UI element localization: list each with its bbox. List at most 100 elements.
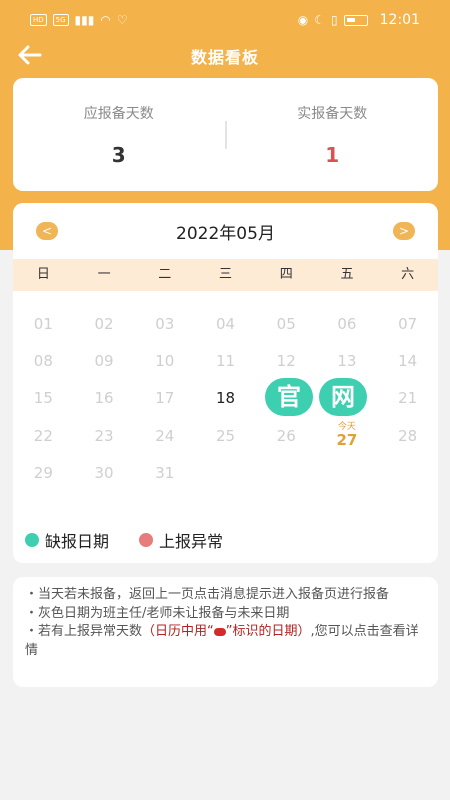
note-red-text-a: （日历中用“: [142, 624, 214, 639]
calendar-day[interactable]: 31: [134, 454, 195, 491]
calendar-day[interactable]: 24: [134, 417, 195, 454]
battery-icon: [343, 14, 368, 26]
today-label: 今天: [337, 421, 356, 432]
calendar-day[interactable]: 10: [134, 342, 195, 379]
calendar-day[interactable]: 28: [377, 417, 438, 454]
calendar-day[interactable]: 15: [13, 380, 74, 417]
calendar-day-number: 23: [94, 426, 114, 445]
clock-time: 12:01: [379, 12, 420, 28]
calendar-day[interactable]: 19: [256, 380, 317, 417]
summary-card: 应报备天数 3 实报备天数 1: [13, 78, 438, 191]
calendar-day-number: 31: [155, 463, 175, 482]
calendar-day[interactable]: 08: [13, 342, 74, 379]
legend-missing-label: 缺报日期: [45, 532, 110, 551]
calendar-day-number: 19: [276, 389, 296, 408]
calendar-day[interactable]: 03: [134, 305, 195, 342]
calendar-day[interactable]: 今天 27: [317, 417, 378, 454]
calendar-day[interactable]: 12: [256, 342, 317, 379]
legend-abnormal: 上报异常: [139, 528, 223, 552]
calendar-day-number: 03: [155, 314, 175, 333]
calendar-day[interactable]: 09: [74, 342, 135, 379]
back-button[interactable]: [16, 42, 46, 70]
calendar-day[interactable]: 01: [13, 305, 74, 342]
calendar-days-grid: 01 02 03 04 05 06 07 08 09 10 11 12 13 14 15 16 17 18 19 20…: [13, 291, 438, 491]
calendar-day-number: 26: [276, 426, 296, 445]
calendar-month-label: 2022年05月: [176, 223, 275, 244]
note-line-2: ・灰色日期为班主任/老师未让报备与未来日期: [25, 605, 290, 621]
calendar-day[interactable]: 07: [377, 305, 438, 342]
calendar-day-number: 30: [94, 463, 114, 482]
legend-missing: 缺报日期: [25, 528, 109, 552]
weekday-wed: 三: [219, 267, 233, 282]
calendar-day-number: 12: [276, 351, 296, 370]
calendar-day-number: 27: [336, 430, 358, 449]
red-dot-icon: [213, 627, 226, 636]
page-title: 数据看板: [190, 48, 259, 67]
abnormal-dot-icon: [139, 533, 154, 547]
calendar-day-number: 11: [215, 351, 236, 370]
weekday-tue: 二: [158, 267, 172, 282]
calendar-card: < 2022年05月 > 日 一 二 三 四 五 六 01 02 03 04 05 06 0…: [13, 203, 438, 563]
arrow-left-icon: [18, 45, 42, 65]
actual-days-block: 实报备天数 1: [227, 103, 439, 167]
calendar-day[interactable]: 29: [13, 454, 74, 491]
calendar-day-number: 18: [215, 389, 236, 408]
missing-dot-icon: [25, 533, 39, 547]
calendar-day-number: 14: [398, 351, 418, 370]
note-line-3-start: ・若有上报异常天数: [25, 624, 143, 639]
expected-days-label: 应报备天数: [83, 105, 154, 122]
calendar-day[interactable]: 18: [195, 380, 256, 417]
chevron-right-icon: >: [398, 224, 410, 238]
hd-badge: HD: [30, 14, 47, 26]
calendar-day[interactable]: 13: [317, 342, 378, 379]
calendar-day[interactable]: 22: [13, 417, 74, 454]
network-badge: 5G: [52, 14, 69, 26]
calendar-day-number: 09: [94, 351, 114, 370]
calendar-day-number: 08: [33, 351, 53, 370]
weekday-thu: 四: [279, 267, 293, 282]
calendar-day-number: 06: [337, 314, 357, 333]
eye-icon: ◉: [297, 13, 309, 27]
heart-icon: ♡: [116, 13, 128, 27]
calendar-day-number: 20: [337, 389, 357, 408]
calendar-day[interactable]: 14: [377, 342, 438, 379]
moon-icon: ☾: [314, 13, 326, 27]
weekday-fri: 五: [340, 267, 354, 282]
calendar-day-number: 22: [33, 426, 53, 445]
calendar-day[interactable]: 23: [74, 417, 135, 454]
calendar-day[interactable]: 05: [256, 305, 317, 342]
calendar-day[interactable]: 25: [195, 417, 256, 454]
calendar-day[interactable]: 26: [256, 417, 317, 454]
calendar-day[interactable]: 17: [134, 380, 195, 417]
calendar-day[interactable]: 02: [74, 305, 135, 342]
calendar-day-number: 04: [215, 314, 236, 333]
calendar-day[interactable]: 11: [195, 342, 256, 379]
calendar-day-number: 07: [398, 314, 418, 333]
calendar-day[interactable]: 06: [317, 305, 378, 342]
actual-days-value: 1: [325, 142, 340, 167]
calendar-day-number: 16: [94, 389, 114, 408]
weekday-mon: 一: [97, 267, 111, 282]
status-bar-left: HD 5G ▮▮▮ ◠ ♡: [30, 13, 128, 27]
prev-month-button[interactable]: <: [36, 222, 58, 240]
status-bar: HD 5G ▮▮▮ ◠ ♡ ◉ ☾ ▯ 12:01: [0, 0, 450, 40]
calendar-day[interactable]: 16: [74, 380, 135, 417]
weekday-sun: 日: [36, 267, 50, 282]
expected-days-value: 3: [111, 142, 126, 167]
calendar-day-number: 17: [155, 389, 175, 408]
weekday-sat: 六: [401, 267, 415, 282]
next-month-button[interactable]: >: [393, 222, 415, 240]
calendar-day-number: 01: [33, 314, 53, 333]
status-bar-right: ◉ ☾ ▯ 12:01: [298, 12, 420, 28]
calendar-day-number: 25: [215, 426, 236, 445]
calendar-day[interactable]: 21: [377, 380, 438, 417]
calendar-day[interactable]: 20: [317, 380, 378, 417]
legend-abnormal-label: 上报异常: [159, 532, 224, 551]
calendar-day-number: 10: [155, 351, 175, 370]
note-red-text-b: ”标识的日期）: [225, 624, 311, 639]
calendar-day[interactable]: 30: [74, 454, 135, 491]
calendar-day[interactable]: 04: [195, 305, 256, 342]
signal-icon: ▮▮▮: [74, 13, 95, 27]
vibrate-icon: ▯: [331, 13, 338, 27]
note-line-3: ・若有上报异常天数（日历中用“ ”标识的日期）,您可以点击查看详情: [25, 623, 426, 660]
